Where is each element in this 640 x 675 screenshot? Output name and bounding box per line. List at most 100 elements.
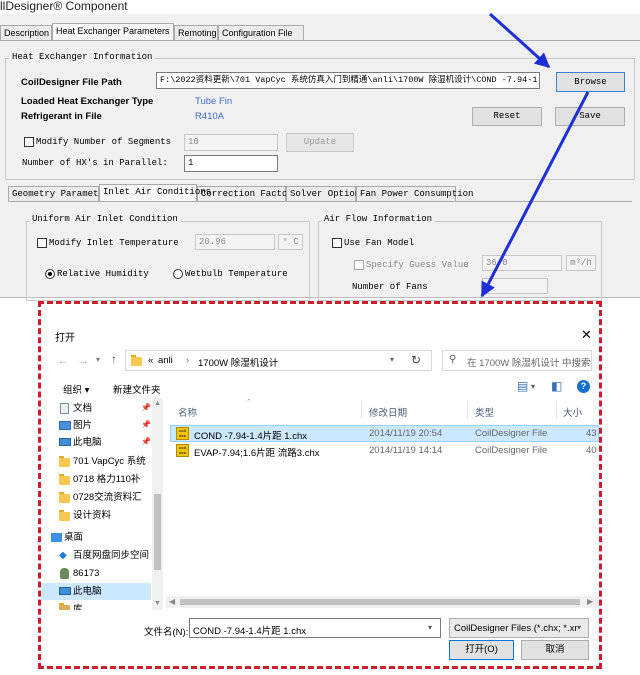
tab-configuration-file[interactable]: Configuration File	[218, 25, 304, 40]
parallel-field[interactable]: 1	[184, 155, 278, 172]
file-path-field[interactable]: F:\2022资料更新\701 VapCyc 系统仿真入门到精通\anli\17…	[156, 72, 540, 89]
refrigerant-label: Refrigerant in File	[21, 111, 102, 122]
filetype-dropdown-icon[interactable]: ▾	[577, 623, 582, 632]
guess-field[interactable]: 36.0	[482, 255, 562, 271]
tab-heat-exchanger-parameters[interactable]: Heat Exchanger Parameters	[52, 23, 174, 40]
search-icon: ⚲	[449, 354, 457, 365]
nav-item-pictures[interactable]: 图片	[41, 417, 151, 434]
address-part-folder[interactable]: 1700W 除湿机设计	[198, 355, 278, 369]
nav-item-this-pc-2[interactable]: 此电脑	[41, 583, 151, 600]
nav-item-0718[interactable]: 0718 格力110补	[41, 471, 151, 488]
subtab-inlet-air-conditions[interactable]: Inlet Air Conditions	[99, 184, 211, 201]
nav-item-701-vapcyc[interactable]: 701 VapCyc 系统	[41, 453, 151, 470]
parallel-label: Number of HX's in Parallel:	[22, 158, 168, 168]
wetbulb-radio[interactable]	[173, 269, 183, 279]
view-dropdown-icon[interactable]: ▾	[531, 382, 535, 391]
up-icon[interactable]: ↑	[111, 352, 117, 366]
subtab-geometry-parameters[interactable]: Geometry Parameters	[8, 186, 115, 201]
guess-checkbox[interactable]	[354, 260, 364, 270]
filename-input[interactable]: COND -7.94-1.4片距 1.chx ▾	[189, 618, 441, 638]
organize-menu[interactable]: 组织 ▾	[63, 382, 89, 396]
nav-item-baidu[interactable]: 百度网盘同步空间	[41, 547, 151, 564]
refrigerant-value: R410A	[195, 111, 225, 122]
fans-label: Number of Fans	[352, 282, 428, 292]
file-type: CoilDesigner File	[475, 445, 548, 456]
save-button[interactable]: Save	[555, 107, 625, 126]
hscroll-left-icon[interactable]: ◀	[169, 597, 175, 606]
file-name[interactable]: COND -7.94-1.4片距 1.chx	[194, 428, 307, 442]
tab-description[interactable]: Description	[0, 25, 52, 40]
tab-remoting[interactable]: Remoting	[174, 25, 218, 40]
computer-icon	[59, 587, 71, 595]
preview-pane-icon[interactable]: ◧	[551, 379, 562, 393]
nav-item-86173[interactable]: 86173	[41, 565, 151, 582]
nav-scroll-thumb[interactable]	[154, 494, 161, 570]
pin-icon[interactable]: 📌	[141, 403, 151, 412]
search-box[interactable]: ⚲ 在 1700W 除湿机设计 中搜索	[442, 350, 592, 371]
nav-item-design-data[interactable]: 设计资料	[41, 507, 151, 524]
modify-temp-checkbox[interactable]	[37, 238, 47, 248]
file-path-label: CoilDesigner File Path	[21, 77, 122, 88]
address-part-anli[interactable]: anli	[158, 355, 173, 366]
column-type[interactable]: 类型	[475, 405, 494, 419]
back-icon[interactable]: ←	[57, 353, 69, 367]
refresh-icon[interactable]: ↻	[411, 353, 421, 367]
use-fan-label: Use Fan Model	[344, 238, 415, 248]
new-folder-button[interactable]: 新建文件夹	[113, 382, 161, 396]
window-title: llDesigner® Component	[0, 0, 640, 14]
file-date: 2014/11/19 20:54	[369, 428, 443, 439]
nav-item-0728[interactable]: 0728交流资料汇	[41, 489, 151, 506]
inlet-group	[26, 221, 310, 301]
nav-item-this-pc[interactable]: 此电脑	[41, 434, 151, 451]
view-options-icon[interactable]: ▤	[517, 379, 528, 393]
cancel-button[interactable]: 取消	[521, 640, 589, 660]
fans-field[interactable]	[482, 278, 548, 294]
filename-label: 文件名(N):	[144, 627, 189, 638]
nav-scroll-up-icon[interactable]: ▲	[154, 400, 161, 407]
open-button[interactable]: 打开(O)	[449, 640, 514, 660]
use-fan-checkbox[interactable]	[332, 238, 342, 248]
filename-dropdown-icon[interactable]: ▾	[428, 623, 432, 632]
pin-icon[interactable]: 📌	[141, 420, 151, 429]
hscroll-right-icon[interactable]: ▶	[587, 597, 593, 606]
filetype-select[interactable]: CoilDesigner Files (*.chx; *.xr ▾	[449, 618, 589, 638]
nav-item-library[interactable]: 库	[41, 601, 151, 610]
coildesigner-file-icon: coil des	[176, 427, 189, 440]
file-type: CoilDesigner File	[475, 428, 548, 439]
subtab-fan-power-consumption[interactable]: Fan Power Consumption	[356, 186, 473, 201]
picture-icon	[59, 421, 71, 430]
close-icon[interactable]: ✕	[581, 327, 592, 343]
forward-icon[interactable]: →	[77, 353, 89, 367]
file-list-hscrollbar[interactable]: ◀ ▶	[166, 596, 599, 608]
column-divider	[556, 401, 557, 419]
search-placeholder: 在 1700W 除湿机设计 中搜索	[467, 358, 591, 369]
nav-scrollbar[interactable]: ▲ ▼	[152, 398, 163, 610]
navigation-pane: 文档 图片 此电脑 701 VapCyc 系统 0718 格力110补 0728…	[41, 398, 163, 610]
hscroll-thumb[interactable]	[180, 599, 580, 605]
reset-button[interactable]: Reset	[472, 107, 542, 126]
column-name[interactable]: 名称	[178, 405, 197, 419]
column-size[interactable]: 大小	[563, 405, 582, 419]
address-dropdown-icon[interactable]: ▾	[390, 355, 394, 364]
inlet-temp-field[interactable]: 20.96	[195, 234, 275, 250]
hx-info-group-title: Heat Exchanger Information	[9, 52, 156, 62]
file-name[interactable]: EVAP-7.94;1.6片距 流路3.chx	[194, 445, 320, 459]
nav-scroll-down-icon[interactable]: ▼	[154, 600, 161, 607]
help-icon[interactable]: ?	[577, 380, 590, 393]
rh-radio[interactable]	[45, 269, 55, 279]
update-button[interactable]: Update	[286, 133, 354, 152]
address-bar[interactable]: « anli › 1700W 除湿机设计 ▾ ↻	[125, 350, 432, 371]
address-folder-icon	[131, 355, 142, 366]
folder-icon	[59, 456, 70, 467]
browse-button[interactable]: Browse	[556, 72, 625, 92]
recent-dropdown-icon[interactable]: ▾	[96, 355, 100, 364]
computer-icon	[59, 438, 71, 446]
subtab-solver-options[interactable]: Solver Options	[286, 186, 366, 201]
nav-item-documents[interactable]: 文档	[41, 400, 151, 417]
pin-icon[interactable]: 📌	[141, 437, 151, 446]
tab-strip-divider	[0, 40, 640, 41]
modify-segments-checkbox[interactable]	[24, 137, 34, 147]
wetbulb-label: Wetbulb Temperature	[185, 269, 288, 279]
segments-field[interactable]: 10	[184, 134, 278, 151]
column-date[interactable]: 修改日期	[369, 405, 407, 419]
